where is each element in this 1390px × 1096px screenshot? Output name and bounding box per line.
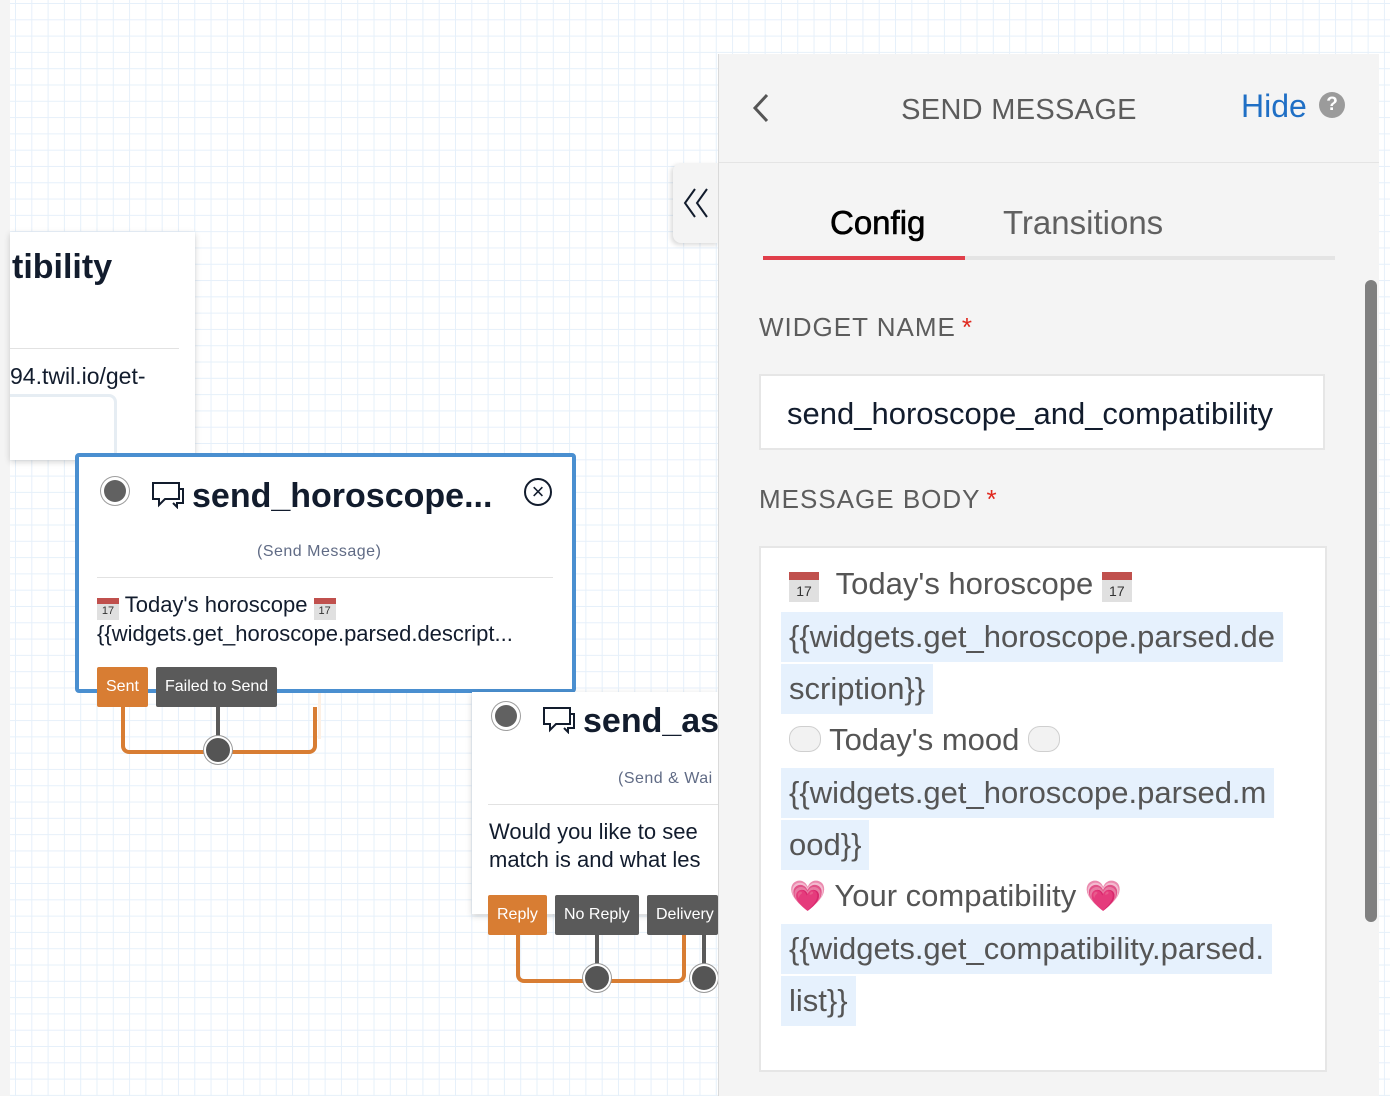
widget-input-port[interactable] — [104, 480, 126, 502]
calendar-emoji-icon: 17 — [789, 572, 819, 602]
transition-port-reply[interactable]: Reply — [488, 895, 547, 935]
variable-token: scription}} — [781, 664, 934, 714]
tab-transitions[interactable]: Transitions — [1003, 204, 1163, 242]
transition-port-failed-to-send[interactable]: Failed to Send — [156, 667, 278, 707]
message-line: {{widgets.get_compatibility.parsed. — [781, 924, 1305, 976]
active-tab-indicator — [763, 256, 965, 260]
message-line: 💗 Your compatibility 💗 — [781, 872, 1305, 924]
widget-title: send_as — [583, 702, 720, 740]
variable-token: list}} — [781, 976, 856, 1026]
variable-token: {{widgets.get_horoscope.parsed.m — [781, 768, 1275, 818]
transition-port-sent[interactable]: Sent — [97, 667, 148, 707]
widget-body-line: Would you like to see — [489, 819, 698, 844]
heart-emoji-icon: 💗 — [1084, 880, 1123, 913]
connector-handle[interactable] — [206, 738, 230, 762]
calendar-emoji-icon: 17 — [1101, 572, 1132, 602]
calendar-emoji-icon: 17 — [97, 598, 119, 620]
widget-name-label: WIDGET NAME * — [759, 312, 973, 343]
panel-tabs: Config Transitions — [763, 194, 1335, 260]
message-line: scription}} — [781, 664, 1305, 716]
widget-get-compatibility[interactable]: tibility 94.twil.io/get- — [10, 232, 195, 477]
transition-port-delivery[interactable]: Delivery — [647, 895, 718, 935]
variable-token: ood}} — [781, 820, 870, 870]
message-line: ood}} — [781, 820, 1305, 872]
message-body-label-text: MESSAGE BODY — [759, 484, 981, 514]
required-indicator: * — [986, 484, 998, 514]
hide-panel-link[interactable]: Hide — [1241, 88, 1307, 125]
widget-title: tibility — [12, 248, 113, 286]
widget-send-ask[interactable]: send_as (Send & Wai Would you like to se… — [472, 692, 720, 914]
message-line: {{widgets.get_horoscope.parsed.m — [781, 768, 1305, 820]
heart-emoji-icon: 💗 — [789, 880, 827, 913]
chat-bubble-icon — [152, 482, 184, 509]
panel-scrollbar-thumb[interactable] — [1365, 280, 1377, 922]
widget-body-line: match is and what les — [489, 847, 701, 872]
widget-body: 94.twil.io/get- — [10, 363, 146, 389]
widget-type-label: (Send Message) — [257, 543, 382, 560]
panel-title-text: SEND MESSAGE — [901, 94, 1137, 126]
widget-title: send_horoscope... — [192, 477, 493, 515]
widget-body: Would you like to see match is and what … — [489, 818, 718, 874]
message-line: 17 Today's horoscope 17 — [781, 560, 1305, 612]
message-body-label: MESSAGE BODY * — [759, 484, 998, 515]
widget-config-panel: SEND MESSAGE Hide ? Config Transitions W… — [718, 54, 1379, 1096]
widget-divider — [488, 804, 718, 805]
widget-send-horoscope[interactable]: send_horoscope... × (Send Message) 17 To… — [75, 453, 576, 693]
widget-name-input[interactable]: send_horoscope_and_compatibility — [759, 374, 1325, 450]
panel-header: SEND MESSAGE Hide ? — [719, 54, 1379, 163]
message-line: list}} — [781, 976, 1305, 1028]
double-chevron-left-icon — [683, 188, 708, 218]
thought-balloon-emoji-icon — [789, 726, 821, 752]
widget-body-line: Today's horoscope — [124, 592, 308, 617]
widget-body-line: {{widgets.get_horoscope.parsed.descript.… — [97, 621, 513, 646]
variable-token: {{widgets.get_compatibility.parsed. — [781, 924, 1273, 974]
message-body-textarea[interactable]: 17 Today's horoscope 17 {{widgets.get_ho… — [759, 546, 1327, 1072]
collapse-panel-button[interactable] — [673, 163, 719, 243]
widget-divider — [97, 577, 553, 578]
message-heading: Today's horoscope — [835, 566, 1094, 601]
message-line: {{widgets.get_horoscope.parsed.de — [781, 612, 1305, 664]
widget-type-label: (Send & Wai — [618, 770, 713, 787]
widget-divider — [10, 348, 179, 349]
message-heading: Today's mood — [829, 722, 1020, 757]
transition-port-no-reply[interactable]: No Reply — [555, 895, 639, 935]
tab-config[interactable]: Config — [830, 204, 926, 242]
calendar-emoji-icon: 17 — [313, 598, 336, 620]
left-strip — [0, 0, 10, 1096]
widget-name-label-text: WIDGET NAME — [759, 312, 956, 342]
chat-bubble-icon — [543, 707, 575, 734]
help-icon[interactable]: ? — [1319, 92, 1345, 118]
widget-input-port[interactable] — [495, 705, 517, 727]
widget-body: 17 Today's horoscope 17 {{widgets.get_ho… — [97, 591, 557, 648]
connector-handle[interactable] — [585, 966, 609, 990]
required-indicator: * — [961, 312, 973, 342]
connector-handle[interactable] — [692, 966, 716, 990]
message-heading: Your compatibility — [834, 878, 1077, 913]
message-line: Today's mood — [781, 716, 1305, 768]
variable-token: {{widgets.get_horoscope.parsed.de — [781, 612, 1284, 662]
close-icon[interactable]: × — [524, 478, 552, 506]
thought-balloon-emoji-icon — [1028, 726, 1060, 752]
